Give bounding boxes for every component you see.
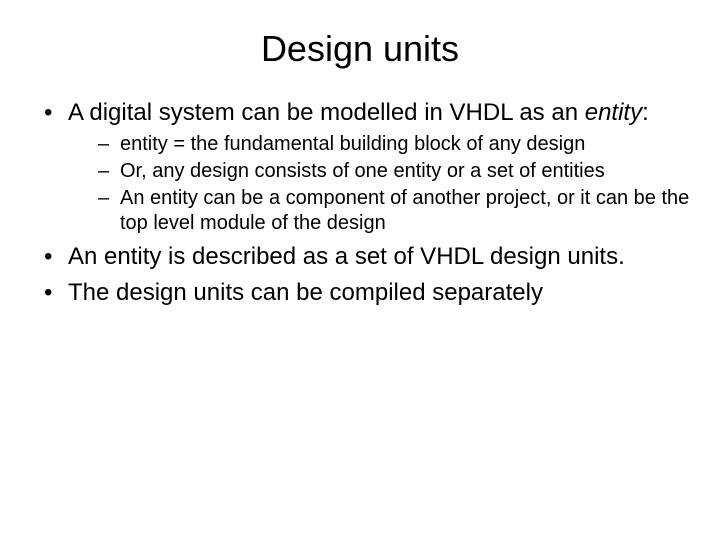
bullet-item-1: A digital system can be modelled in VHDL… xyxy=(38,98,690,236)
sub-bullet-1: entity = the fundamental building block … xyxy=(98,132,690,157)
bullet-1-text-a: A digital system can be modelled in VHDL… xyxy=(68,99,585,126)
sub-bullet-3: An entity can be a component of another … xyxy=(98,186,690,236)
bullet-item-3: The design units can be compiled separat… xyxy=(38,278,690,308)
bullet-1-text-b: : xyxy=(642,99,649,126)
slide: Design units A digital system can be mod… xyxy=(0,0,720,540)
sub-bullet-list: entity = the fundamental building block … xyxy=(98,132,690,236)
slide-title: Design units xyxy=(30,28,690,70)
bullet-list: A digital system can be modelled in VHDL… xyxy=(38,98,690,308)
sub-bullet-2: Or, any design consists of one entity or… xyxy=(98,159,690,184)
bullet-item-2: An entity is described as a set of VHDL … xyxy=(38,242,690,272)
bullet-1-text-italic: entity xyxy=(585,99,642,126)
